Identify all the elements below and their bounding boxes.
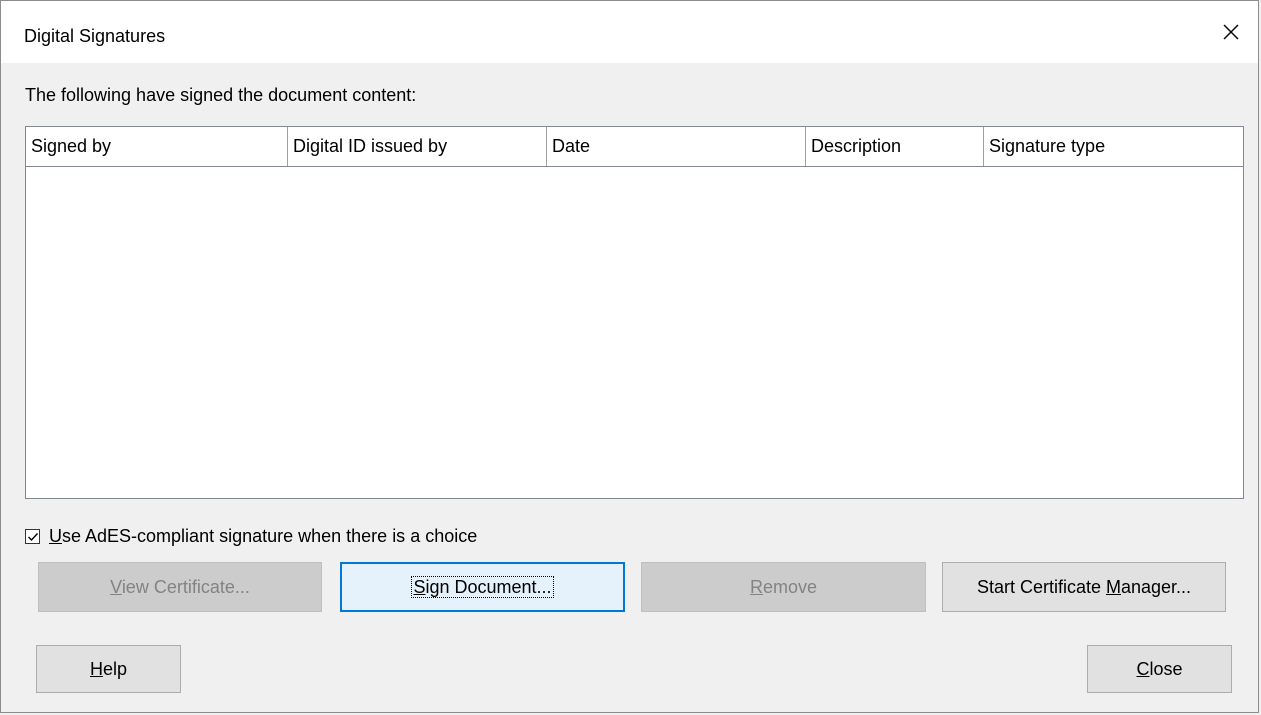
column-header-signed-by[interactable]: Signed by [26,127,288,166]
column-header-digital-id-issued-by[interactable]: Digital ID issued by [288,127,547,166]
view-certificate-label: View Certificate... [110,576,250,597]
ades-compliant-label: Use AdES-compliant signature when there … [49,525,478,546]
help-label: Help [89,658,128,679]
checkmark-icon [28,532,39,541]
column-header-description[interactable]: Description [806,127,984,166]
column-header-signature-type[interactable]: Signature type [984,127,1243,166]
remove-label: Remove [749,576,818,597]
close-button[interactable]: Close [1087,645,1232,693]
close-label: Close [1136,658,1183,679]
view-certificate-button[interactable]: View Certificate... [38,562,322,612]
column-header-date[interactable]: Date [547,127,806,166]
help-button[interactable]: Help [36,645,181,693]
table-header: Signed by Digital ID issued by Date Desc… [26,127,1243,167]
ades-compliant-checkbox[interactable] [25,528,40,544]
sign-document-label: Sign Document... [411,576,554,598]
digital-signatures-dialog: Digital Signatures The following have si… [0,0,1259,713]
remove-button[interactable]: Remove [641,562,926,612]
start-certificate-manager-button[interactable]: Start Certificate Manager... [942,562,1226,612]
close-x-icon[interactable] [1218,19,1244,45]
ades-compliant-option[interactable]: Use AdES-compliant signature when there … [25,525,477,547]
signed-by-caption: The following have signed the document c… [25,85,417,105]
dialog-title: Digital Signatures [24,26,166,46]
signatures-table[interactable]: Signed by Digital ID issued by Date Desc… [25,126,1244,499]
sign-document-button[interactable]: Sign Document... [340,562,625,612]
title-bar: Digital Signatures [1,1,1258,63]
start-certificate-manager-label: Start Certificate Manager... [976,576,1192,597]
